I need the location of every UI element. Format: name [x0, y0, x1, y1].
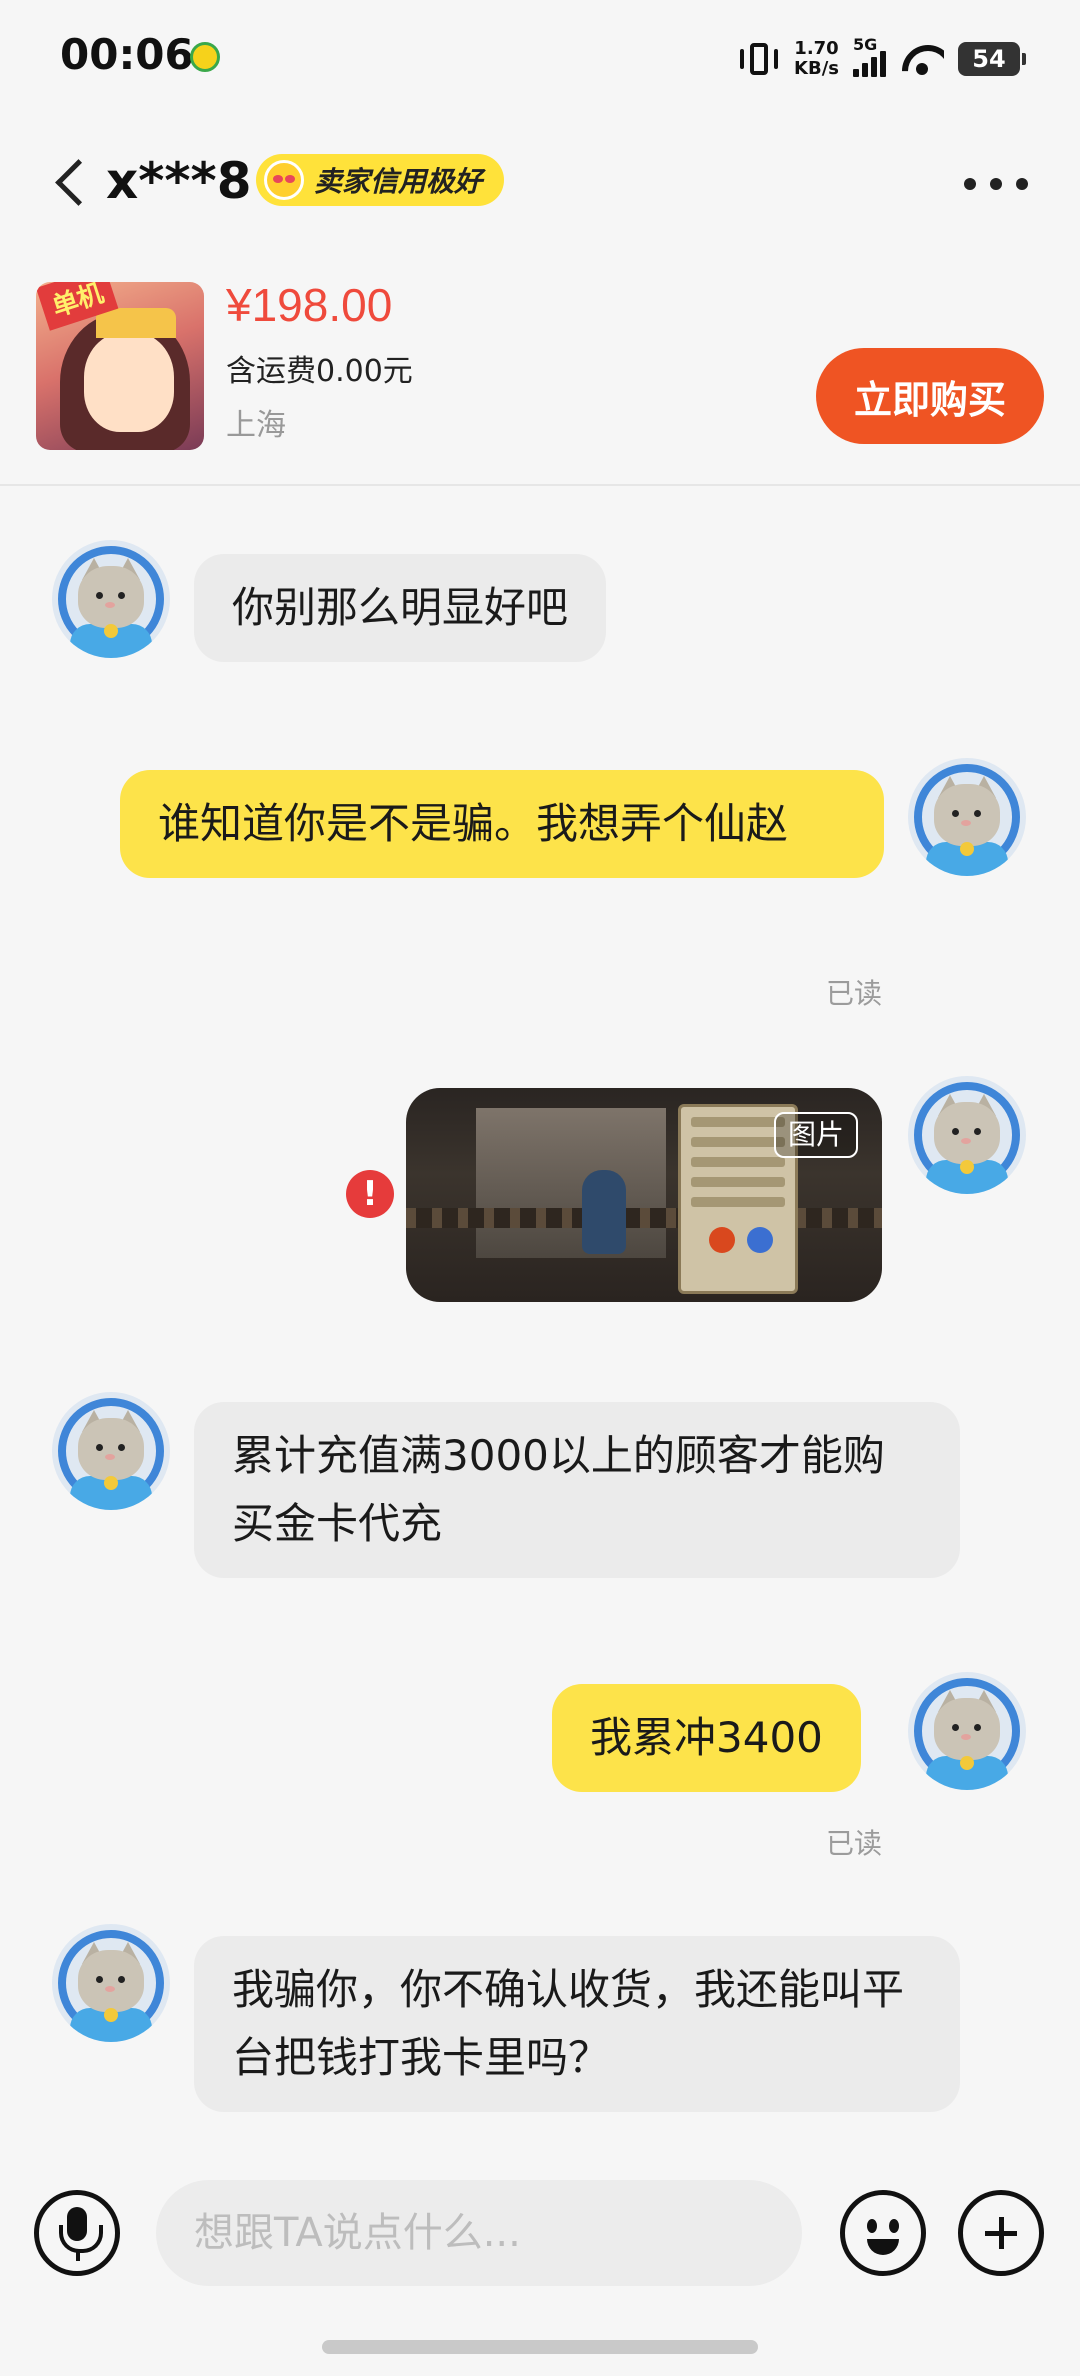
shipping-info: 含运费0.00元 [226, 354, 413, 389]
avatar[interactable] [52, 1924, 170, 2042]
plus-icon[interactable] [958, 2190, 1044, 2276]
send-failed-icon[interactable]: ! [346, 1170, 394, 1218]
chevron-left-icon[interactable] [44, 154, 104, 214]
product-location: 上海 [226, 408, 286, 443]
avatar[interactable] [908, 1076, 1026, 1194]
read-receipt: 已读 [826, 977, 883, 1010]
read-receipt: 已读 [826, 1827, 883, 1860]
message-bubble[interactable]: 谁知道你是不是骗。我想弄个仙赵 [120, 770, 884, 878]
network-type: 5G [853, 35, 878, 54]
product-card[interactable]: 单机 ¥198.00 含运费0.00元 上海 立即购买 [0, 270, 1080, 486]
image-message[interactable]: 图片 [406, 1088, 882, 1302]
battery-icon: 54 [958, 42, 1026, 76]
avatar[interactable] [52, 540, 170, 658]
message-bubble[interactable]: 累计充值满3000以上的顾客才能购买金卡代充 [194, 1402, 960, 1578]
message-bubble[interactable]: 我累冲3400 [552, 1684, 861, 1792]
status-icons: 1.70 KB/s 5G 54 [738, 34, 1026, 84]
avatar[interactable] [908, 758, 1026, 876]
chat-title: x***8 [106, 152, 252, 210]
seller-credit-badge[interactable]: 卖家信用极好 [256, 154, 505, 206]
message-bubble[interactable]: 你别那么明显好吧 [194, 554, 607, 662]
network-speed: 1.70 KB/s [794, 39, 839, 79]
music-app-icon [190, 42, 220, 72]
signal-icon: 5G [853, 35, 886, 77]
product-price: ¥198.00 [226, 279, 393, 331]
network-speed-unit: KB/s [794, 58, 839, 79]
avatar[interactable] [52, 1392, 170, 1510]
buy-now-button[interactable]: 立即购买 [816, 348, 1044, 444]
microphone-icon[interactable] [34, 2190, 120, 2276]
vibrate-icon [738, 41, 780, 77]
chat-header: x***8 卖家信用极好 [0, 130, 1080, 240]
product-thumbnail[interactable]: 单机 [36, 282, 204, 450]
input-bar [0, 2160, 1080, 2310]
network-speed-value: 1.70 [794, 38, 839, 59]
avatar[interactable] [908, 1672, 1026, 1790]
emoji-icon[interactable] [840, 2190, 926, 2276]
message-bubble[interactable]: 我骗你，你不确认收货，我还能叫平台把钱打我卡里吗？ [194, 1936, 960, 2112]
home-indicator[interactable] [322, 2340, 758, 2354]
status-time: 00:06 [60, 30, 194, 79]
status-bar: 00:06 1.70 KB/s 5G 54 [0, 0, 1080, 120]
message-input[interactable] [156, 2180, 802, 2286]
more-dots-icon[interactable] [964, 174, 1028, 194]
image-label: 图片 [773, 1112, 858, 1158]
seller-credit-label: 卖家信用极好 [314, 165, 483, 198]
smile-face-icon [264, 160, 304, 200]
wifi-icon [900, 41, 944, 77]
